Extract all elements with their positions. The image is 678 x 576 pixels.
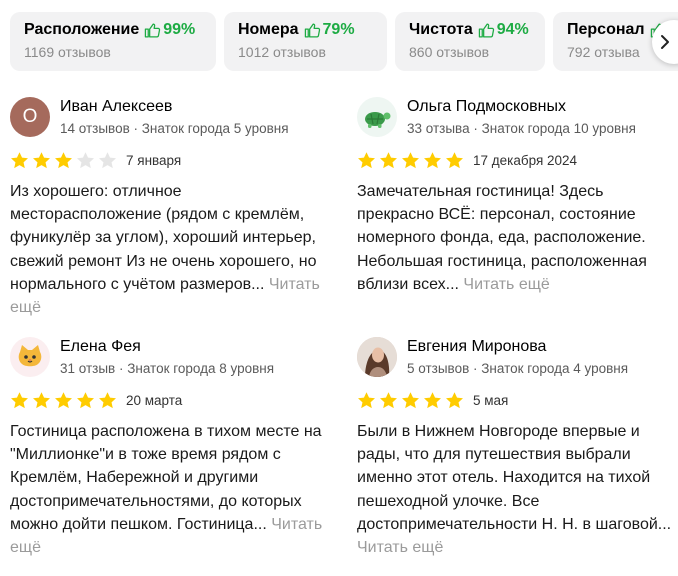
review-card: Евгения Миронова 5 отзывов · Знаток горо… (357, 337, 677, 559)
star-empty-icon (77, 151, 94, 168)
aspect-review-count: 860 отзывов (409, 44, 490, 60)
review-date: 20 марта (126, 392, 183, 408)
review-date: 5 мая (473, 392, 509, 408)
star-empty-icon (99, 151, 116, 168)
aspect-percent: 99% (163, 21, 196, 38)
star-filled-icon (55, 151, 72, 168)
chevron-right-icon (661, 35, 669, 49)
author-meta: 31 отзыв · Знаток города 8 уровня (60, 361, 275, 376)
avatar[interactable]: О (10, 97, 50, 137)
star-filled-icon (11, 391, 28, 408)
star-filled-icon (402, 151, 419, 168)
review-text: Гостиница расположена в тихом месте на "… (10, 420, 330, 559)
photo-avatar-icon[interactable] (357, 337, 397, 377)
aspect-name: Персонал (567, 21, 645, 38)
review-text: Из хорошего: отличное месторасположение … (10, 180, 330, 319)
star-filled-icon (55, 391, 72, 408)
aspect-name: Чистота (409, 21, 473, 38)
aspect-percent: 94% (496, 21, 529, 38)
star-rating (10, 151, 117, 170)
review-card: Ольга Подмосковных 33 отзыва · Знаток го… (357, 97, 677, 296)
star-filled-icon (402, 391, 419, 408)
author-name[interactable]: Елена Фея (60, 338, 141, 356)
star-filled-icon (358, 391, 375, 408)
star-filled-icon (358, 151, 375, 168)
aspect-review-count: 1012 отзывов (238, 44, 326, 60)
aspect-percent: 79% (322, 21, 355, 38)
star-filled-icon (380, 151, 397, 168)
aspect-name: Номера (238, 21, 299, 38)
read-more-link[interactable]: Читать ещё (463, 276, 549, 293)
star-filled-icon (446, 151, 463, 168)
star-filled-icon (11, 151, 28, 168)
review-card: Елена Фея 31 отзыв · Знаток города 8 уро… (10, 337, 330, 559)
author-meta: 14 отзывов · Знаток города 5 уровня (60, 121, 289, 136)
aspect-chip-rooms[interactable]: Номера 79% 1012 отзывов (224, 12, 387, 71)
review-body: Были в Нижнем Новгороде впервые и рады, … (357, 423, 672, 533)
turtle-avatar-icon[interactable] (357, 97, 397, 137)
star-rating (10, 391, 117, 410)
star-filled-icon (424, 151, 441, 168)
author-meta: 5 отзывов · Знаток города 4 уровня (407, 361, 629, 376)
thumbs-up-icon (304, 22, 320, 38)
aspect-chip-cleanliness[interactable]: Чистота 94% 860 отзывов (395, 12, 545, 71)
review-card: О Иван Алексеев 14 отзывов · Знаток горо… (10, 97, 330, 319)
aspect-chip-location[interactable]: Расположение 99% 1169 отзывов (10, 12, 216, 71)
star-filled-icon (33, 151, 50, 168)
star-filled-icon (77, 391, 94, 408)
thumbs-up-icon (478, 22, 494, 38)
aspect-review-count: 1169 отзывов (24, 44, 111, 60)
author-name[interactable]: Евгения Миронова (407, 338, 546, 356)
star-filled-icon (446, 391, 463, 408)
star-filled-icon (424, 391, 441, 408)
star-filled-icon (99, 391, 116, 408)
cat-avatar-icon[interactable] (10, 337, 50, 377)
read-more-link[interactable]: Читать ещё (357, 539, 443, 556)
review-date: 17 декабря 2024 (473, 152, 578, 168)
thumbs-up-icon (145, 22, 161, 38)
review-text: Замечательная гостиница! Здесь прекрасно… (357, 180, 677, 296)
aspect-name: Расположение (24, 21, 140, 38)
aspect-ratings-bar: Расположение 99% 1169 отзывов Номера 79%… (10, 12, 678, 72)
star-filled-icon (380, 391, 397, 408)
star-filled-icon (33, 391, 50, 408)
author-name[interactable]: Ольга Подмосковных (407, 98, 566, 116)
review-date: 7 января (126, 152, 182, 168)
author-meta: 33 отзыва · Знаток города 10 уровня (407, 121, 636, 136)
review-text: Были в Нижнем Новгороде впервые и рады, … (357, 420, 677, 559)
star-rating (357, 391, 464, 410)
author-name[interactable]: Иван Алексеев (60, 98, 172, 116)
star-rating (357, 151, 464, 170)
